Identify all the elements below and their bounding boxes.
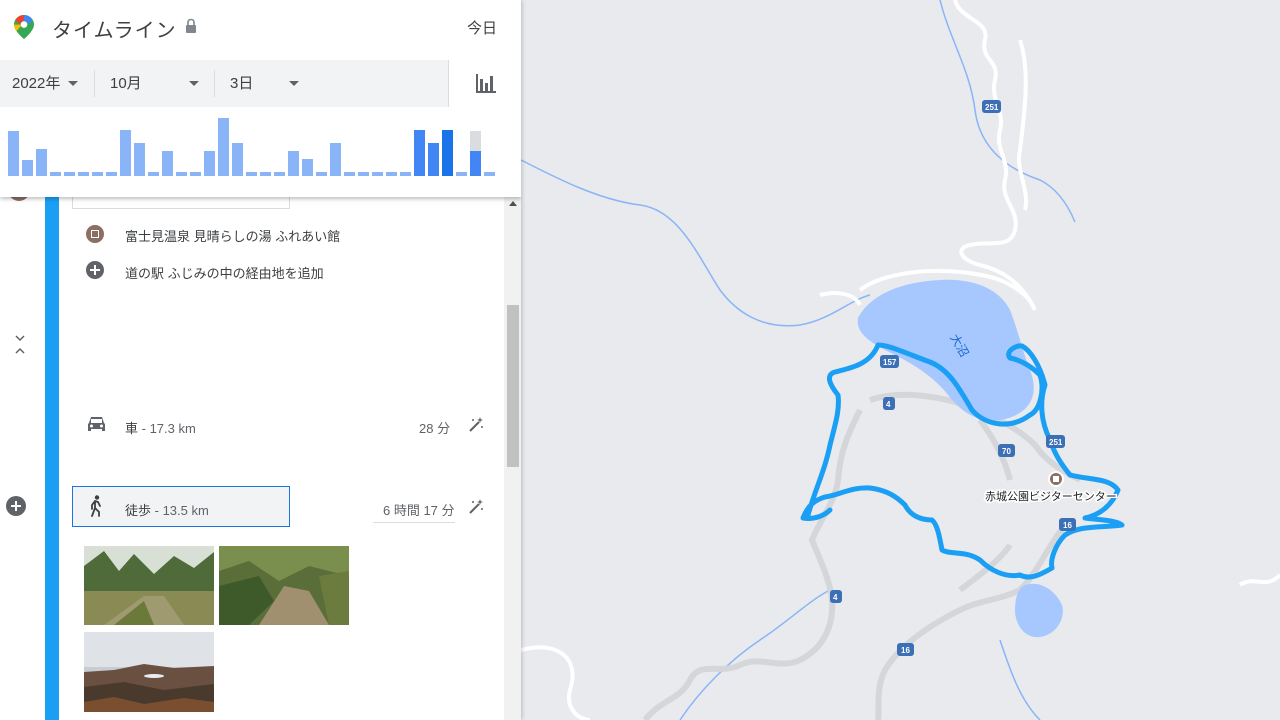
car-activity[interactable]: 車 - 17.3 km bbox=[125, 418, 196, 437]
day-bar[interactable] bbox=[456, 172, 467, 176]
svg-text:4: 4 bbox=[833, 593, 838, 602]
svg-text:70: 70 bbox=[1002, 447, 1011, 456]
day-bar[interactable] bbox=[92, 172, 103, 176]
maps-pin-icon[interactable] bbox=[14, 15, 34, 39]
photo-thumbnail[interactable] bbox=[219, 546, 349, 625]
day-bar[interactable] bbox=[330, 143, 341, 176]
walk-duration: 6 時間 17 分 bbox=[383, 503, 455, 518]
edit-magic-icon[interactable] bbox=[468, 498, 485, 515]
day-bar[interactable] bbox=[64, 172, 75, 176]
day-bar[interactable] bbox=[8, 131, 19, 176]
today-button[interactable]: 今日 bbox=[467, 17, 497, 38]
day-bar[interactable] bbox=[442, 130, 453, 176]
day-dropdown[interactable]: 3日 bbox=[215, 60, 448, 107]
route-badge-251-b: 251 bbox=[1046, 435, 1065, 448]
walk-duration-underline bbox=[373, 522, 455, 523]
add-waypoint-icon[interactable] bbox=[86, 261, 104, 279]
timeline-panel: 富士見温泉 見晴らしの湯 ふれあい館 道の駅 ふじみの中の経由地を追加 車 - … bbox=[0, 0, 521, 720]
day-bar[interactable] bbox=[400, 172, 411, 176]
month-value: 10月 bbox=[110, 75, 142, 92]
add-waypoint-link[interactable]: 道の駅 ふじみの中の経由地を追加 bbox=[125, 263, 324, 282]
add-segment-icon[interactable] bbox=[6, 496, 26, 516]
route-badge-16-a: 16 bbox=[1059, 518, 1076, 531]
day-bar[interactable] bbox=[428, 143, 439, 176]
day-bar[interactable] bbox=[246, 172, 257, 176]
edit-magic-icon[interactable] bbox=[468, 416, 485, 433]
day-bar[interactable] bbox=[302, 159, 313, 176]
previous-entry-box bbox=[72, 195, 290, 209]
bar-chart-icon bbox=[476, 74, 496, 93]
day-bar[interactable] bbox=[162, 151, 173, 176]
collapse-expand-icon[interactable] bbox=[13, 333, 27, 357]
route-badge-16-b: 16 bbox=[897, 643, 914, 656]
day-bar[interactable] bbox=[148, 172, 159, 176]
day-bar[interactable] bbox=[120, 130, 131, 176]
walk-distance: - 13.5 km bbox=[151, 503, 209, 518]
day-bar[interactable] bbox=[470, 151, 481, 176]
stats-button[interactable] bbox=[448, 60, 521, 107]
day-bar[interactable] bbox=[134, 143, 145, 176]
day-bar[interactable] bbox=[36, 149, 47, 176]
day-bar[interactable] bbox=[176, 172, 187, 176]
timeline-list[interactable]: 富士見温泉 見晴らしの湯 ふれあい館 道の駅 ふじみの中の経由地を追加 車 - … bbox=[0, 187, 521, 720]
svg-text:4: 4 bbox=[886, 400, 891, 409]
day-bar[interactable] bbox=[274, 172, 285, 176]
page-title: タイムライン bbox=[52, 20, 177, 42]
year-value: 2022年 bbox=[12, 75, 61, 92]
year-dropdown[interactable]: 2022年 bbox=[0, 60, 94, 107]
timeline-header: タイムライン 今日 2022年 10月 3日 bbox=[0, 0, 521, 197]
title-bar: タイムライン 今日 bbox=[0, 0, 521, 60]
car-label: 車 bbox=[125, 421, 139, 436]
day-bar[interactable] bbox=[22, 160, 33, 176]
day-activity-chart[interactable] bbox=[0, 108, 521, 178]
walk-label: 徒歩 bbox=[125, 503, 152, 518]
day-bar[interactable] bbox=[260, 172, 271, 176]
day-value: 3日 bbox=[230, 75, 254, 92]
scroll-up-arrow[interactable] bbox=[509, 201, 517, 206]
day-bar[interactable] bbox=[190, 172, 201, 176]
day-bar[interactable] bbox=[50, 172, 61, 176]
svg-text:157: 157 bbox=[883, 358, 897, 367]
svg-text:251: 251 bbox=[985, 103, 999, 112]
day-bar[interactable] bbox=[344, 172, 355, 176]
walk-activity[interactable]: 徒歩 - 13.5 km bbox=[125, 500, 209, 519]
walking-icon bbox=[91, 495, 101, 517]
day-bar[interactable] bbox=[218, 118, 229, 176]
day-bar[interactable] bbox=[288, 151, 299, 176]
day-bar[interactable] bbox=[232, 143, 243, 176]
route-badge-4-b: 4 bbox=[830, 590, 842, 603]
day-bar[interactable] bbox=[414, 130, 425, 176]
scrollbar-thumb[interactable] bbox=[507, 305, 519, 467]
day-bar[interactable] bbox=[358, 172, 369, 176]
day-bar[interactable] bbox=[316, 172, 327, 176]
route-badge-70: 70 bbox=[998, 444, 1015, 457]
route-badge-157: 157 bbox=[880, 355, 899, 368]
date-selector: 2022年 10月 3日 bbox=[0, 60, 448, 107]
photo-thumbnail[interactable] bbox=[84, 632, 214, 712]
day-bar[interactable] bbox=[372, 172, 383, 176]
car-distance: - 17.3 km bbox=[138, 421, 196, 436]
place-label[interactable]: 赤城公園ビジターセンター bbox=[984, 489, 1119, 505]
photo-thumbnail[interactable] bbox=[84, 546, 214, 625]
place-name[interactable]: 富士見温泉 見晴らしの湯 ふれあい館 bbox=[125, 226, 340, 245]
svg-text:16: 16 bbox=[1063, 521, 1072, 530]
car-icon bbox=[88, 417, 105, 431]
month-dropdown[interactable]: 10月 bbox=[95, 60, 214, 107]
timeline-line bbox=[45, 197, 59, 720]
day-bar[interactable] bbox=[484, 172, 495, 176]
day-bar[interactable] bbox=[386, 172, 397, 176]
route-badge-4-a: 4 bbox=[883, 397, 895, 410]
lock-icon bbox=[186, 18, 196, 33]
route-badge-251-a: 251 bbox=[982, 100, 1001, 113]
place-icon bbox=[86, 225, 104, 243]
car-duration: 28 分 bbox=[419, 421, 451, 436]
day-bar[interactable] bbox=[106, 172, 117, 176]
day-bar[interactable] bbox=[204, 151, 215, 176]
day-bar[interactable] bbox=[78, 172, 89, 176]
svg-text:251: 251 bbox=[1049, 438, 1063, 447]
svg-text:16: 16 bbox=[901, 646, 910, 655]
